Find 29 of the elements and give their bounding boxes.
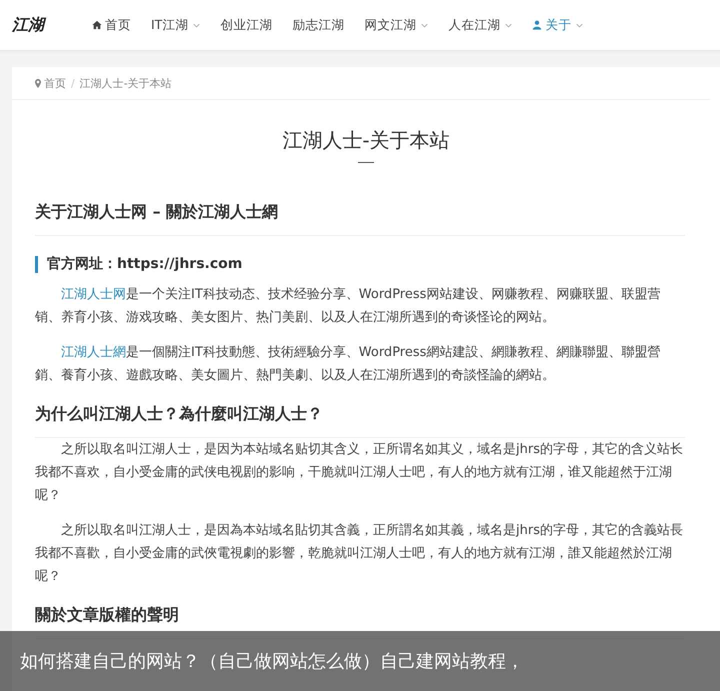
caret-icon — [576, 22, 584, 28]
paragraph: 江湖人士網是一個關注IT科技動態、技術經驗分享、WordPress網站建設、網賺教程、網賺聯盟、聯盟營銷、養育小孩、遊戲攻略、美女圖片、熱門美劇、以及人在江湖所遇到的奇談怪論的網站。 — [35, 344, 662, 385]
caret-icon — [193, 22, 200, 28]
nav-menu-item[interactable]: IT江湖 — [151, 16, 200, 34]
section-heading: 为什么叫江湖人士？為什麼叫江湖人士？ — [35, 404, 685, 438]
nav-menu-item[interactable]: 网文江湖 — [364, 16, 428, 34]
nav-menu-item[interactable]: 关于 — [532, 16, 584, 34]
site-logo[interactable]: 江湖 — [12, 14, 52, 36]
breadcrumb-current: 江湖人士-关于本站 — [80, 76, 172, 90]
map-pin-icon — [35, 78, 41, 88]
site-link[interactable]: 江湖人士網 — [61, 345, 126, 360]
nav-menu-item[interactable]: 创业江湖 — [220, 16, 272, 34]
user-icon — [532, 20, 542, 30]
nav-menu-item[interactable]: 首页 — [92, 16, 131, 34]
paragraph: 江湖人士网是一个关注IT科技动态、技术经验分享、WordPress网站建设、网赚教程、网赚联盟、联盟营销、养育小孩、游戏攻略、美女图片、热门美剧、以及人在江湖所遇到的奇谈怪论的网站。 — [35, 286, 662, 327]
nav-menu-item[interactable]: 励志江湖 — [292, 16, 344, 34]
caption-text: 如何搭建自己的网站？（自己做网站怎么做）自己建网站教程， — [20, 650, 524, 673]
breadcrumb-link[interactable]: 首页 — [35, 76, 66, 90]
breadcrumb-separator: / — [71, 76, 75, 90]
site-link[interactable]: 江湖人士网 — [61, 287, 126, 302]
caret-icon — [505, 22, 512, 28]
caret-icon — [421, 22, 428, 28]
nav-menu-item[interactable]: 人在江湖 — [448, 16, 512, 34]
paragraph: 之所以取名叫江湖人士，是因為本站域名貼切其含義，正所謂名如其義，域名是jhrs的字母，其它的含義站長我都不喜歡，自小受金庸的武俠電視劇的影響，乾脆就叫江湖人士吧，有人的地方就有江湖，誰又能超然於江湖呢？ — [35, 522, 684, 586]
sub-heading: 官方网址：https://jhrs.com — [35, 256, 685, 273]
home-icon — [92, 20, 102, 30]
page-title: 江湖人士-关于本站 — [281, 127, 451, 154]
section-heading: 关于江湖人士网 – 關於江湖人士網 — [35, 202, 685, 236]
paragraph: 之所以取名叫江湖人士，是因为本站域名贴切其含义，正所谓名如其义，域名是jhrs的字母，其它的含义站长我都不喜欢，自小受金庸的武侠电视剧的影响，干脆就叫江湖人士吧，有人的地方就有江湖，谁又能超然于江湖呢？ — [35, 441, 684, 505]
